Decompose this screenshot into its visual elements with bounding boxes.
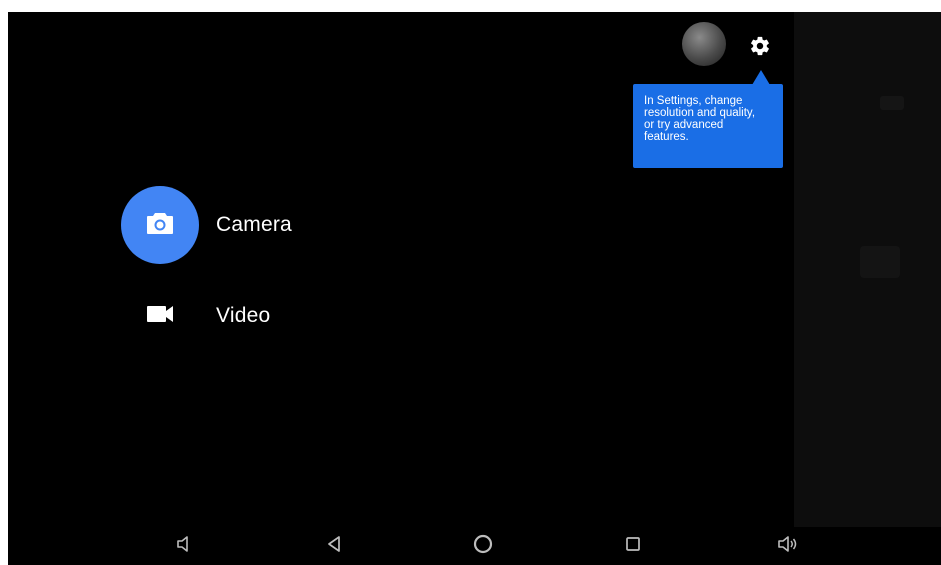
back-icon [326,535,342,558]
tooltip-line: resolution and quality, [644,107,756,119]
tooltip-arrow [752,70,770,85]
video-mode-icon-wrap [121,286,199,346]
home-icon [472,533,494,560]
left-border [0,0,8,565]
camera-mode-circle [121,186,199,264]
home-button[interactable] [470,534,496,558]
tooltip-line: or try advanced [644,119,724,131]
preview-ghost-shape [880,96,904,110]
tooltip-line: features. [644,131,689,143]
settings-button[interactable] [746,34,774,62]
gear-icon [749,35,771,62]
recents-icon [625,536,641,557]
volume-up-button[interactable] [775,534,801,558]
mode-item-video[interactable]: Video [121,286,270,346]
tooltip-line: In Settings, change [644,95,743,107]
preview-ghost-shape [860,246,900,278]
volume-down-icon [176,535,192,558]
volume-up-icon [777,535,799,558]
back-button[interactable] [321,534,347,558]
top-border [0,0,941,12]
system-nav-bar [8,527,941,565]
video-mode-label: Video [216,304,271,327]
settings-hint-tooltip[interactable]: In Settings, change resolution and quali… [633,84,783,168]
camera-app-screen: Camera Video In Settings, change resolut… [8,12,941,565]
camera-mode-label: Camera [216,213,292,236]
mode-item-camera[interactable]: Camera [121,186,292,264]
recents-button[interactable] [620,534,646,558]
videocam-icon [146,305,174,328]
gallery-thumbnail[interactable] [682,22,726,66]
camera-icon [146,211,174,240]
volume-down-button[interactable] [171,534,197,558]
viewfinder-preview-panel[interactable] [794,12,941,527]
